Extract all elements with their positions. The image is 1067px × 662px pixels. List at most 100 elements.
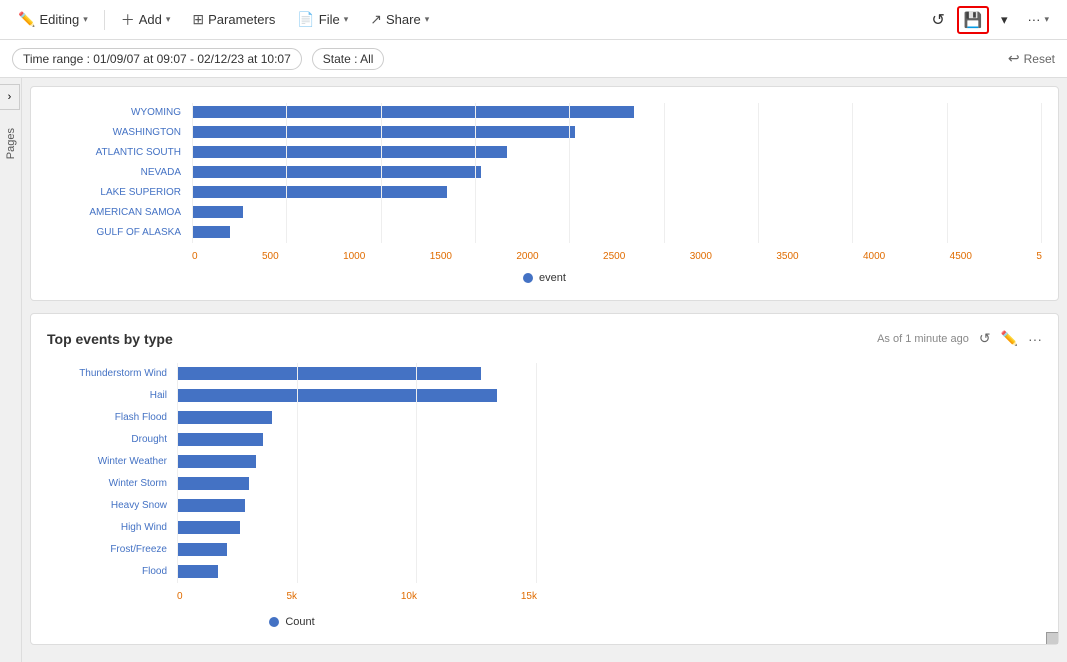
- filter-bar: Time range : 01/09/07 at 09:07 - 02/12/2…: [0, 40, 1067, 78]
- bottom-chart-header: Top events by type As of 1 minute ago ↺ …: [47, 330, 1042, 347]
- divider-1: [104, 10, 105, 30]
- bottom-chart-panel: Top events by type As of 1 minute ago ↺ …: [30, 313, 1059, 645]
- filter-bar-right: ↩ Reset: [1008, 50, 1055, 67]
- bottom-chart-legend: Count: [47, 616, 537, 628]
- scroll-area[interactable]: WYOMING WASHINGTON ATLANTIC SOUTH NEVADA…: [22, 78, 1067, 662]
- chevron-button[interactable]: ▾: [993, 8, 1016, 32]
- y-label-drought: Drought: [131, 434, 167, 445]
- y-label-winter-storm: Winter Storm: [109, 478, 167, 489]
- x-label-500: 500: [262, 251, 279, 262]
- undo-icon: ↩: [1008, 50, 1020, 67]
- parameters-icon: ⊞: [192, 11, 204, 28]
- y-label-wyoming: WYOMING: [47, 107, 187, 118]
- y-label-american-samoa: AMERICAN SAMOA: [47, 207, 187, 218]
- top-chart-bars: WYOMING WASHINGTON ATLANTIC SOUTH NEVADA…: [47, 103, 1042, 247]
- add-icon: ＋: [121, 10, 135, 30]
- top-chart-x-axis: 0 500 1000 1500 2000 2500 3000 3500 4000…: [47, 251, 1042, 262]
- bottom-chart-refresh-icon[interactable]: ↺: [979, 330, 991, 347]
- y-label-lake-superior: LAKE SUPERIOR: [47, 187, 187, 198]
- top-chart-legend-label: event: [539, 272, 566, 284]
- file-icon: 📄: [297, 11, 314, 28]
- top-chart-panel: WYOMING WASHINGTON ATLANTIC SOUTH NEVADA…: [30, 86, 1059, 301]
- x-label-4000: 4000: [863, 251, 885, 262]
- bar-flood: [177, 561, 537, 581]
- editing-caret: ▾: [83, 14, 88, 25]
- share-icon: ↗: [370, 11, 382, 28]
- bottom-chart-title: Top events by type: [47, 331, 173, 347]
- bottom-chart-edit-icon[interactable]: ✏️: [1001, 330, 1018, 347]
- x-label-5: 5: [1036, 251, 1042, 262]
- bottom-chart-subtitle: As of 1 minute ago: [877, 333, 969, 345]
- file-label: File: [319, 12, 340, 27]
- top-chart-y-labels: WYOMING WASHINGTON ATLANTIC SOUTH NEVADA…: [47, 103, 187, 243]
- pages-label[interactable]: Pages: [5, 128, 17, 159]
- refresh-icon: ↺: [932, 10, 945, 30]
- bottom-chart-body: Thunderstorm Wind Hail Flash Flood Droug…: [47, 363, 537, 587]
- edit-icon: ✏️: [18, 11, 35, 28]
- toolbar-right: ↺ 💾 ▾ ··· ▾: [924, 6, 1057, 34]
- file-button[interactable]: 📄 File ▾: [289, 7, 356, 32]
- editing-button[interactable]: ✏️ Editing ▾: [10, 7, 96, 32]
- top-chart-bar-lake-superior: [192, 183, 1042, 201]
- bar-drought: [177, 429, 537, 449]
- top-chart-bar-gulf-alaska: [192, 223, 1042, 241]
- parameters-label: Parameters: [208, 12, 275, 27]
- reset-button[interactable]: ↩ Reset: [1008, 50, 1055, 67]
- top-chart-bar-atlantic-south: [192, 143, 1042, 161]
- y-label-high-wind: High Wind: [121, 522, 167, 533]
- y-label-hail: Hail: [150, 390, 167, 401]
- y-label-frost-freeze: Frost/Freeze: [110, 544, 167, 555]
- y-label-winter-weather: Winter Weather: [98, 456, 167, 467]
- y-label-washington: WASHINGTON: [47, 127, 187, 138]
- bottom-chart-x-axis: 0 5k 10k 15k: [47, 591, 537, 602]
- more-caret: ▾: [1044, 14, 1049, 25]
- state-filter[interactable]: State : All: [312, 48, 385, 70]
- bottom-chart-actions: As of 1 minute ago ↺ ✏️ ···: [877, 330, 1042, 347]
- y-label-heavy-snow: Heavy Snow: [111, 500, 167, 511]
- bar-winter-weather: [177, 451, 537, 471]
- x-label-1500: 1500: [430, 251, 452, 262]
- x-label-4500: 4500: [950, 251, 972, 262]
- bottom-chart-y-labels: Thunderstorm Wind Hail Flash Flood Droug…: [47, 363, 173, 583]
- more-icon: ···: [1027, 12, 1040, 27]
- x-label-3000: 3000: [690, 251, 712, 262]
- pages-toggle-button[interactable]: ›: [0, 84, 20, 110]
- bar-hail: [177, 385, 537, 405]
- refresh-button[interactable]: ↺: [924, 6, 953, 34]
- x-label-2000: 2000: [516, 251, 538, 262]
- bottom-x-label-0: 0: [177, 591, 183, 602]
- main-content: › Pages WYOMING WASHINGTON ATLANTIC SOUT…: [0, 78, 1067, 662]
- x-label-0: 0: [192, 251, 198, 262]
- more-button[interactable]: ··· ▾: [1019, 8, 1057, 31]
- save-icon: 💾: [964, 11, 983, 29]
- bottom-x-label-10k: 10k: [401, 591, 417, 602]
- top-chart-bar-nevada: [192, 163, 1042, 181]
- bottom-chart-more-icon[interactable]: ···: [1028, 331, 1042, 347]
- save-button[interactable]: 💾: [957, 6, 989, 34]
- add-caret: ▾: [166, 14, 171, 25]
- pages-sidebar: › Pages: [0, 78, 22, 662]
- top-chart-legend: event: [47, 272, 1042, 284]
- top-chart-bar-wyoming: [192, 103, 1042, 121]
- bar-winter-storm: [177, 473, 537, 493]
- bottom-x-label-15k: 15k: [521, 591, 537, 602]
- bar-frost-freeze: [177, 539, 537, 559]
- resize-handle[interactable]: [1046, 632, 1058, 644]
- share-button[interactable]: ↗ Share ▾: [362, 7, 437, 32]
- parameters-button[interactable]: ⊞ Parameters: [184, 7, 283, 32]
- bar-flash-flood: [177, 407, 537, 427]
- bottom-chart-legend-dot: [269, 617, 279, 627]
- toolbar: ✏️ Editing ▾ ＋ Add ▾ ⊞ Parameters 📄 File…: [0, 0, 1067, 40]
- bottom-chart-legend-label: Count: [285, 616, 314, 628]
- top-chart-bar-washington: [192, 123, 1042, 141]
- file-caret: ▾: [344, 14, 349, 25]
- time-range-filter[interactable]: Time range : 01/09/07 at 09:07 - 02/12/2…: [12, 48, 302, 70]
- add-label: Add: [139, 12, 162, 27]
- top-chart-bar-american-samoa: [192, 203, 1042, 221]
- add-button[interactable]: ＋ Add ▾: [113, 6, 179, 34]
- chevron-down-icon: ▾: [1001, 12, 1008, 28]
- reset-label: Reset: [1024, 52, 1055, 66]
- bar-heavy-snow: [177, 495, 537, 515]
- y-label-flood: Flood: [142, 566, 167, 577]
- x-label-3500: 3500: [776, 251, 798, 262]
